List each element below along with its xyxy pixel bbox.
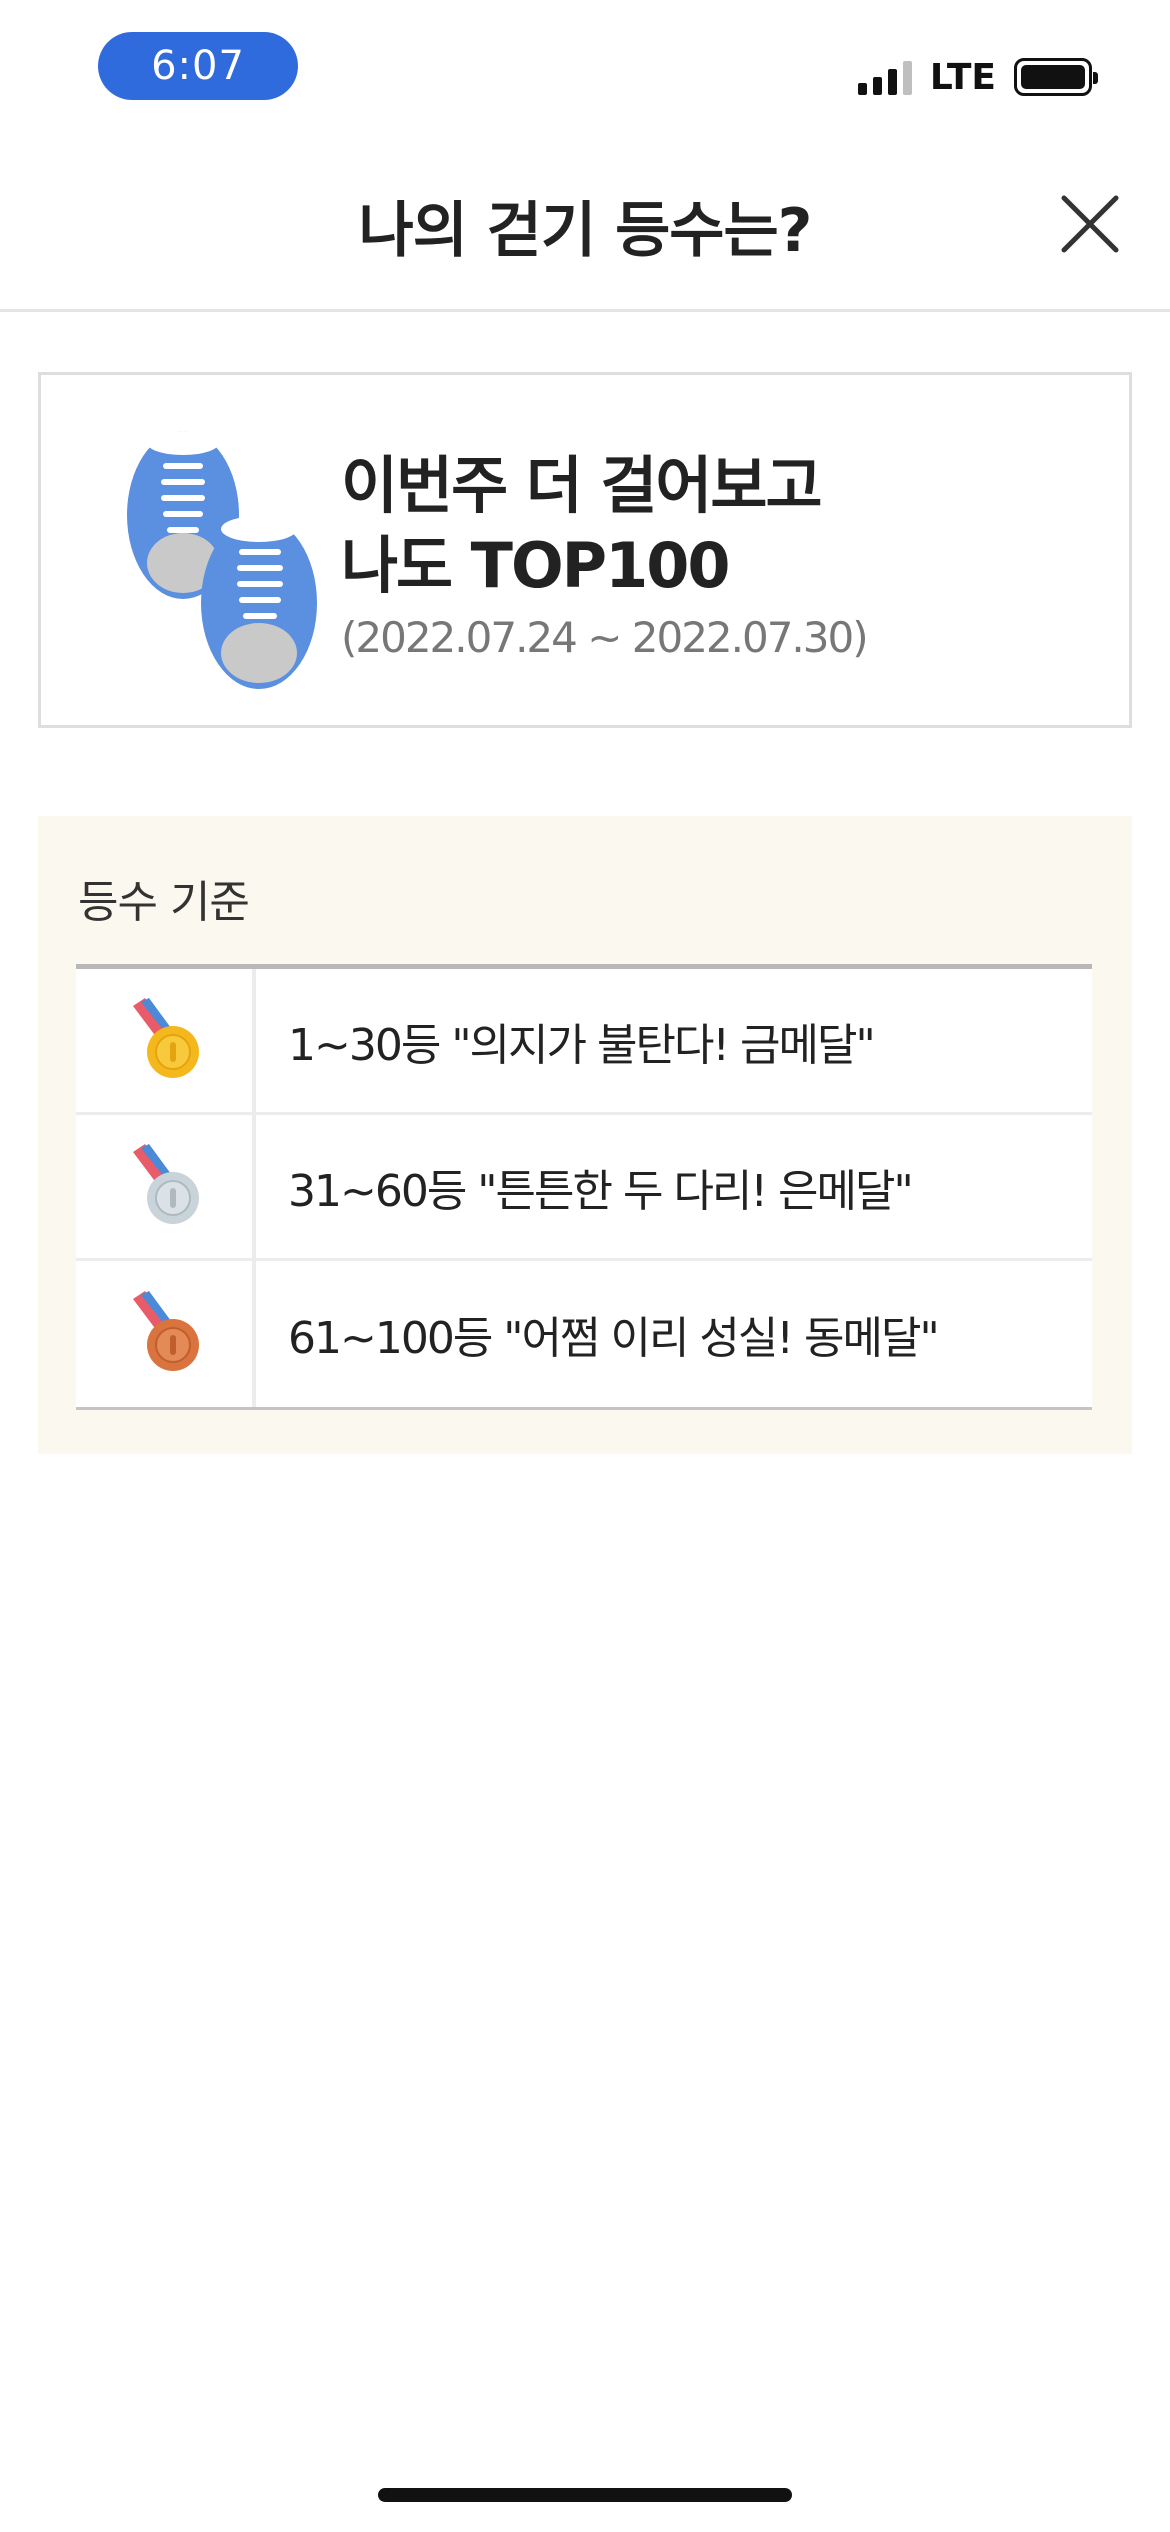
home-indicator[interactable] [378,2488,792,2502]
status-indicators: LTE [857,52,1098,102]
promo-date-range: (2022.07.24 ~ 2022.07.30) [341,613,869,662]
promo-headline-line2: 나도 TOP100 [341,529,731,602]
signal-icon [857,59,912,95]
criteria-label: 61~100등 "어쩜 이리 성실! 동메달" [288,1313,940,1364]
criteria-label: 1~30등 "의지가 불탄다! 금메달" [288,1019,876,1071]
page-title: 나의 걷기 등수는? [358,196,813,266]
status-bar: 6:07 LTE [0,0,1170,140]
criteria-title: 등수 기준 [78,877,250,928]
silver-medal-icon [133,1143,199,1224]
status-time: 6:07 [98,32,298,100]
header: 나의 걷기 등수는? [0,140,1170,312]
criteria-row-gold: 1~30등 "의지가 불탄다! 금메달" [76,969,1092,1115]
medal-cell [76,1261,256,1407]
network-label: LTE [929,56,996,98]
close-icon [1061,195,1119,253]
rank-criteria-section: 등수 기준 1~30등 "의지가 불탄다! 금메달" 31~60등 "튼튼한 두… [38,816,1132,1454]
criteria-table: 1~30등 "의지가 불탄다! 금메달" 31~60등 "튼튼한 두 다리! 은… [76,964,1092,1410]
sneakers-icon [127,431,317,689]
criteria-row-bronze: 61~100등 "어쩜 이리 성실! 동메달" [76,1261,1092,1407]
promo-headline-line1: 이번주 더 걸어보고 [341,449,822,522]
promo-card: 이번주 더 걸어보고 나도 TOP100 (2022.07.24 ~ 2022.… [38,372,1132,728]
medal-cell [76,969,256,1112]
criteria-label: 31~60등 "튼튼한 두 다리! 은메달" [288,1165,914,1217]
criteria-row-silver: 31~60등 "튼튼한 두 다리! 은메달" [76,1115,1092,1261]
bronze-medal-icon [133,1291,199,1371]
battery-icon [1014,58,1098,96]
close-button[interactable] [1054,188,1126,260]
medal-cell [76,1115,256,1258]
gold-medal-icon [133,997,199,1078]
